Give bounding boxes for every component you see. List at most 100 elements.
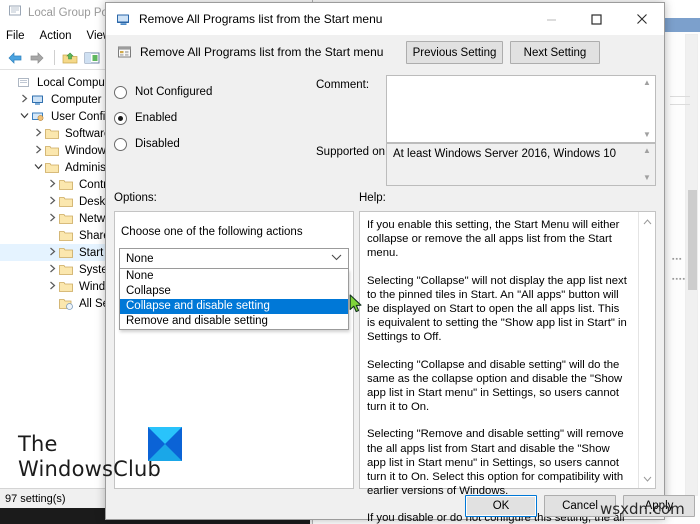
background-window-scrollbar-thumb[interactable] — [688, 190, 697, 290]
forward-arrow-icon[interactable] — [27, 48, 46, 67]
cancel-button[interactable]: Cancel — [544, 495, 616, 517]
supported-on-scrollbar[interactable]: ▲ ▼ — [640, 145, 654, 184]
action-combobox-value: None — [126, 252, 154, 265]
tree-expander-icon[interactable] — [18, 94, 31, 105]
up-folder-icon[interactable] — [60, 48, 79, 67]
mouse-cursor-icon — [349, 294, 363, 314]
radio-option-not-configured[interactable]: Not Configured — [114, 79, 309, 105]
user-config-icon — [31, 111, 48, 123]
radio-label-disabled: Disabled — [135, 138, 180, 150]
window-controls — [529, 3, 664, 35]
folder-icon — [59, 281, 76, 293]
help-paragraph: Selecting "Collapse and disable setting"… — [367, 358, 623, 414]
chevron-down-icon[interactable]: ▼ — [643, 129, 651, 141]
chevron-down-icon[interactable] — [639, 471, 655, 486]
help-panel: If you enable this setting, the Start Me… — [359, 211, 656, 524]
status-setting-count: 97 setting(s) — [5, 492, 66, 505]
help-text-content: If you enable this setting, the Start Me… — [367, 218, 629, 524]
radio-mark-enabled[interactable] — [114, 111, 127, 125]
tree-expander-icon[interactable] — [46, 179, 59, 190]
chevron-up-icon[interactable] — [639, 214, 655, 229]
toolbar-divider — [54, 50, 55, 65]
folder-icon — [59, 196, 76, 208]
supported-on-label: Supported on: — [316, 146, 389, 158]
close-button[interactable] — [619, 3, 664, 35]
background-window-titlebar — [664, 0, 700, 18]
combobox-option[interactable]: Collapse and disable setting — [120, 299, 348, 314]
folder-icon — [59, 179, 76, 191]
options-label: Options: — [114, 192, 157, 204]
folder-icon — [59, 230, 76, 242]
chevron-up-icon[interactable]: ▲ — [643, 77, 651, 89]
help-label: Help: — [359, 192, 386, 204]
policy-editor-icon — [8, 4, 22, 23]
tree-expander-icon[interactable] — [46, 196, 59, 207]
combobox-option[interactable]: Remove and disable setting — [120, 314, 348, 329]
dialog-subheader-text: Remove All Programs list from the Start … — [140, 45, 384, 59]
radio-mark-disabled[interactable] — [114, 137, 127, 151]
radio-label-enabled: Enabled — [135, 112, 178, 124]
menu-item-file[interactable]: File — [6, 30, 25, 42]
show-hide-tree-icon[interactable] — [82, 48, 101, 67]
folder-icon — [59, 213, 76, 225]
combobox-option[interactable]: None — [120, 269, 348, 284]
tree-expander-icon[interactable] — [46, 264, 59, 275]
help-scrollbar[interactable] — [638, 212, 655, 488]
apply-button[interactable]: Apply — [623, 495, 695, 517]
policy-state-radio-group[interactable]: Not Configured Enabled Disabled — [114, 79, 309, 157]
chevron-down-icon[interactable]: ▼ — [643, 172, 651, 184]
maximize-button[interactable] — [574, 3, 619, 35]
tree-expander-icon[interactable] — [32, 162, 45, 173]
dialog-title-text: Remove All Programs list from the Start … — [139, 12, 383, 26]
comment-textarea[interactable]: ▲ ▼ — [386, 75, 656, 143]
action-combobox[interactable]: None — [119, 248, 349, 269]
combobox-option[interactable]: Collapse — [120, 284, 348, 299]
tree-expander-icon[interactable] — [46, 213, 59, 224]
background-window-line-1 — [670, 96, 690, 97]
options-panel: Choose one of the following actions None… — [114, 211, 354, 489]
policy-document-icon — [117, 45, 132, 60]
computer-config-icon — [31, 94, 48, 106]
dialog-title-bar: Remove All Programs list from the Start … — [106, 3, 664, 35]
help-paragraph: Selecting "Collapse" will not display th… — [367, 274, 627, 344]
folder-icon — [45, 145, 62, 157]
options-caption: Choose one of the following actions — [121, 226, 303, 238]
policy-editor-icon — [17, 77, 34, 89]
all-settings-icon — [59, 298, 76, 310]
next-setting-button[interactable]: Next Setting — [510, 41, 600, 64]
back-arrow-icon[interactable] — [5, 48, 24, 67]
tree-expander-icon[interactable] — [32, 128, 45, 139]
folder-icon — [45, 162, 62, 174]
radio-option-disabled[interactable]: Disabled — [114, 131, 309, 157]
tree-expander-icon[interactable] — [46, 281, 59, 292]
supported-on-value: At least Windows Server 2016, Windows 10 — [393, 148, 617, 160]
policy-setting-icon — [116, 12, 131, 27]
screenshot-root: Local Group Polic File Action View Local… — [0, 0, 700, 524]
folder-icon — [59, 247, 76, 259]
background-window-line-2 — [670, 104, 690, 105]
comment-label: Comment: — [316, 79, 370, 91]
background-window-text-1: ▪▪▪ — [672, 256, 683, 263]
help-paragraph: If you enable this setting, the Start Me… — [367, 219, 620, 260]
tree-expander-icon[interactable] — [46, 247, 59, 258]
supported-on-field: At least Windows Server 2016, Windows 10… — [386, 143, 656, 186]
menu-item-action[interactable]: Action — [40, 30, 72, 42]
previous-setting-button[interactable]: Previous Setting — [406, 41, 503, 64]
radio-option-enabled[interactable]: Enabled — [114, 105, 309, 131]
help-paragraph: Selecting "Remove and disable setting" w… — [367, 428, 624, 498]
background-window-right: ▪▪▪ ▪▪▪▪ — [664, 0, 700, 524]
ok-button[interactable]: OK — [465, 495, 537, 517]
radio-label-not-configured: Not Configured — [135, 86, 213, 98]
tree-expander-icon[interactable] — [32, 145, 45, 156]
chevron-up-icon[interactable]: ▲ — [643, 145, 651, 157]
action-combobox-dropdown[interactable]: None Collapse Collapse and disable setting… — [119, 269, 349, 330]
chevron-down-icon[interactable] — [331, 253, 342, 263]
background-window-text-2: ▪▪▪▪ — [672, 276, 686, 283]
tree-expander-icon[interactable] — [18, 111, 31, 122]
radio-mark-not-configured[interactable] — [114, 85, 127, 99]
policy-setting-dialog: Remove All Programs list from the Start … — [105, 2, 695, 524]
background-window-highlight-band — [664, 18, 700, 32]
folder-icon — [59, 264, 76, 276]
minimize-button[interactable] — [529, 3, 574, 35]
comment-scrollbar[interactable]: ▲ ▼ — [640, 77, 654, 141]
